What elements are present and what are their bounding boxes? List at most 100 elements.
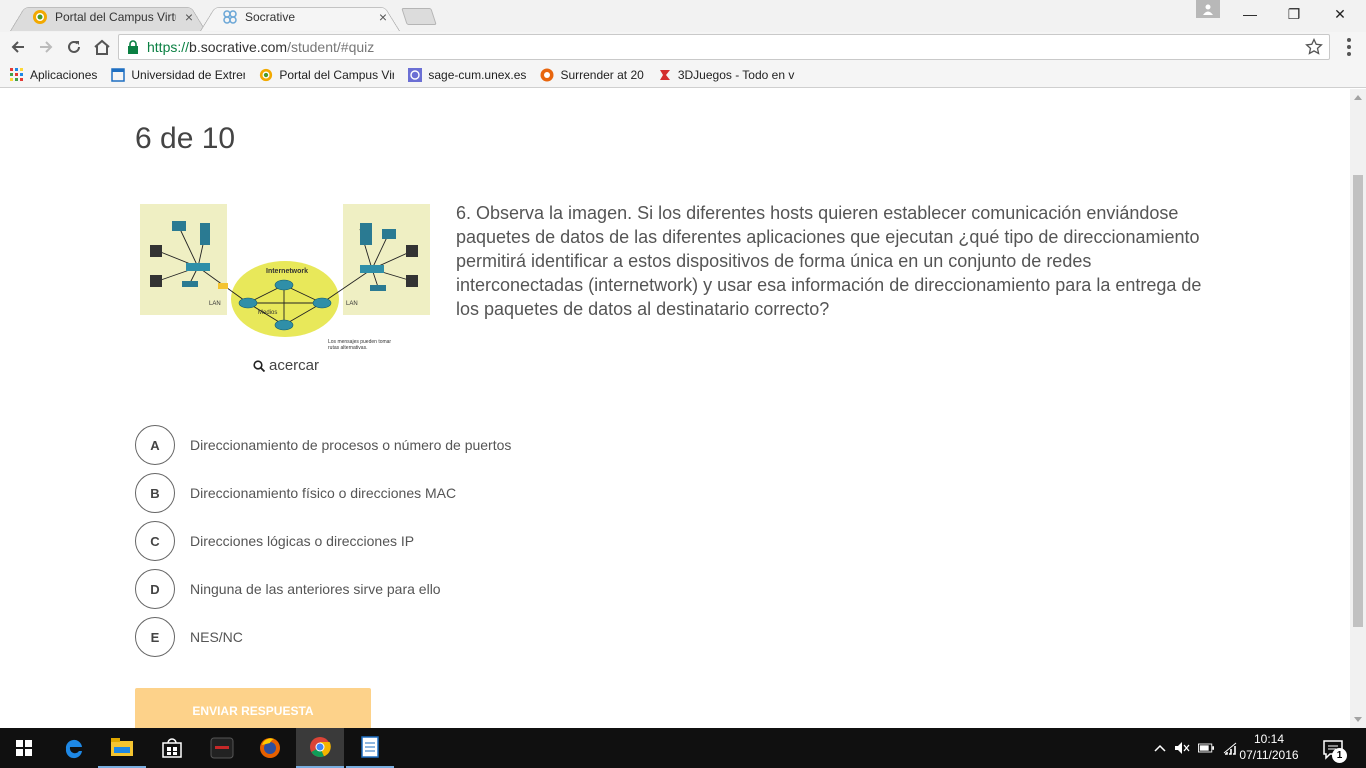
close-window-button[interactable]: ✕ [1318, 0, 1362, 28]
answer-option-a[interactable]: A Direccionamiento de procesos o número … [135, 425, 635, 465]
page-icon [111, 67, 126, 82]
answer-text: Direccionamiento de procesos o número de… [190, 437, 512, 453]
packet-icon [218, 283, 228, 289]
zoom-label: acercar [269, 357, 320, 374]
bookmark-unex[interactable]: Universidad de Extrem [111, 68, 245, 82]
scroll-down-icon[interactable] [1354, 717, 1362, 722]
url-text: https://b.socrative.com/student/#quiz [147, 39, 374, 55]
page-scrollbar[interactable] [1350, 89, 1366, 728]
submit-answer-button[interactable]: ENVIAR RESPUESTA [135, 688, 371, 728]
bookmark-label: Universidad de Extrem [131, 67, 246, 82]
bookmark-label: Surrender at 20 [560, 67, 644, 82]
start-button[interactable] [0, 728, 48, 768]
reload-button[interactable] [62, 35, 86, 59]
new-tab-button[interactable] [401, 8, 437, 25]
answer-letter: D [135, 569, 175, 609]
socrative-icon [223, 9, 237, 24]
answer-option-b[interactable]: B Direccionamiento físico o direcciones … [135, 473, 635, 513]
switch-left [186, 263, 210, 271]
taskbar-store[interactable] [148, 728, 196, 768]
chrome-icon [310, 737, 331, 758]
home-button[interactable] [90, 35, 114, 59]
answer-text: Direcciones lógicas o direcciones IP [190, 533, 415, 549]
bookmark-sage[interactable]: sage-cum.unex.es [408, 67, 526, 82]
tab-title: Portal del Campus Virtual [55, 9, 176, 24]
battery-icon[interactable] [1198, 740, 1214, 756]
answer-letter: B [135, 473, 175, 513]
address-bar[interactable]: https://b.socrative.com/student/#quiz [118, 34, 1330, 60]
taskbar-document[interactable] [346, 728, 394, 768]
forward-button[interactable] [34, 35, 58, 59]
scroll-up-icon[interactable] [1354, 95, 1362, 100]
home-icon [94, 39, 110, 55]
campus-icon [33, 9, 47, 24]
bookmarks-bar: Aplicaciones Universidad de Extrem Porta… [0, 62, 1366, 88]
question-progress: 6 de 10 [135, 122, 236, 155]
tab-socrative[interactable]: Socrative × [200, 2, 400, 31]
browser-menu-icon[interactable] [1340, 37, 1358, 57]
url-scheme: https:// [147, 39, 190, 55]
start-icon [16, 740, 32, 756]
taskbar-asus[interactable] [198, 728, 246, 768]
answer-option-d[interactable]: D Ninguna de las anteriores sirve para e… [135, 569, 635, 609]
lan-left-panel [140, 204, 227, 315]
answer-text: Direccionamiento físico o direcciones MA… [190, 485, 457, 501]
network-diagram-image[interactable]: Internetwork Medios LAN LAN Los mensajes… [138, 201, 432, 353]
tab-close-icon[interactable]: × [376, 9, 390, 25]
question-text: 6. Observa la imagen. Si los diferentes … [456, 203, 1202, 319]
scroll-thumb[interactable] [1353, 175, 1363, 627]
minimize-button[interactable]: — [1228, 0, 1272, 28]
arrow-left-icon [11, 41, 24, 53]
store-icon [162, 738, 182, 758]
lan-left-label: LAN [209, 301, 221, 307]
maximize-button[interactable]: ❐ [1272, 0, 1316, 28]
windows-taskbar: 10:14 07/11/2016 1 [0, 728, 1366, 768]
quiz-page: 6 de 10 Internetwork Medios LAN LAN Los … [0, 89, 1350, 728]
bookmark-star-icon[interactable] [1305, 38, 1323, 56]
answer-text: NES/NC [190, 629, 243, 645]
answer-text: Ninguna de las anteriores sirve para ell… [190, 581, 441, 597]
url-host: b.socrative.com [189, 39, 288, 55]
bookmark-3djuegos[interactable]: 3DJuegos - Todo en v [658, 68, 796, 82]
taskbar-file-explorer[interactable] [98, 728, 146, 768]
bookmark-surrender[interactable]: Surrender at 20 [540, 67, 644, 82]
back-button[interactable] [6, 35, 30, 59]
file-explorer-icon [111, 738, 133, 756]
answer-option-e[interactable]: E NES/NC [135, 617, 635, 657]
switch-right [360, 265, 384, 273]
profile-button[interactable] [1196, 0, 1220, 18]
browser-toolbar: https://b.socrative.com/student/#quiz [0, 32, 1366, 62]
person-icon [1203, 4, 1213, 15]
url-path: /student/#quiz [287, 39, 375, 55]
answer-letter: E [135, 617, 175, 657]
zoom-image-link[interactable]: acercar [253, 357, 319, 374]
figure-caption-line2: rutas alternativas. [328, 345, 367, 351]
3djuegos-icon [659, 69, 670, 80]
bookmark-apps[interactable]: Aplicaciones [10, 67, 97, 82]
bookmark-label: 3DJuegos - Todo en v [677, 67, 795, 82]
asus-icon [210, 737, 234, 759]
taskbar-chrome[interactable] [296, 728, 344, 768]
campus-icon [260, 68, 273, 81]
apps-grid-icon [10, 67, 23, 81]
arrow-right-icon [40, 41, 53, 53]
system-clock[interactable]: 10:14 07/11/2016 [1228, 731, 1310, 763]
lock-icon [128, 40, 138, 54]
sage-icon [408, 67, 423, 82]
answer-letter: C [135, 521, 175, 561]
tab-portal-campus[interactable]: Portal del Campus Virtual × [10, 2, 206, 31]
tab-title: Socrative [245, 9, 296, 24]
tray-chevron-up-icon[interactable] [1152, 740, 1168, 756]
magnifier-icon [253, 359, 265, 372]
browser-tab-strip: Portal del Campus Virtual × Socrative × … [0, 0, 1366, 32]
answer-option-c[interactable]: C Direcciones lógicas o direcciones IP [135, 521, 635, 561]
bookmark-portal-campus[interactable]: Portal del Campus Vir [259, 68, 394, 82]
taskbar-firefox[interactable] [246, 728, 294, 768]
notification-count-badge: 1 [1332, 748, 1347, 763]
edge-icon [65, 739, 82, 759]
taskbar-edge[interactable] [50, 728, 98, 768]
tab-close-icon[interactable]: × [182, 9, 196, 25]
clock-date: 07/11/2016 [1239, 748, 1299, 762]
volume-muted-icon[interactable] [1174, 740, 1190, 756]
surrender-icon [540, 68, 554, 81]
